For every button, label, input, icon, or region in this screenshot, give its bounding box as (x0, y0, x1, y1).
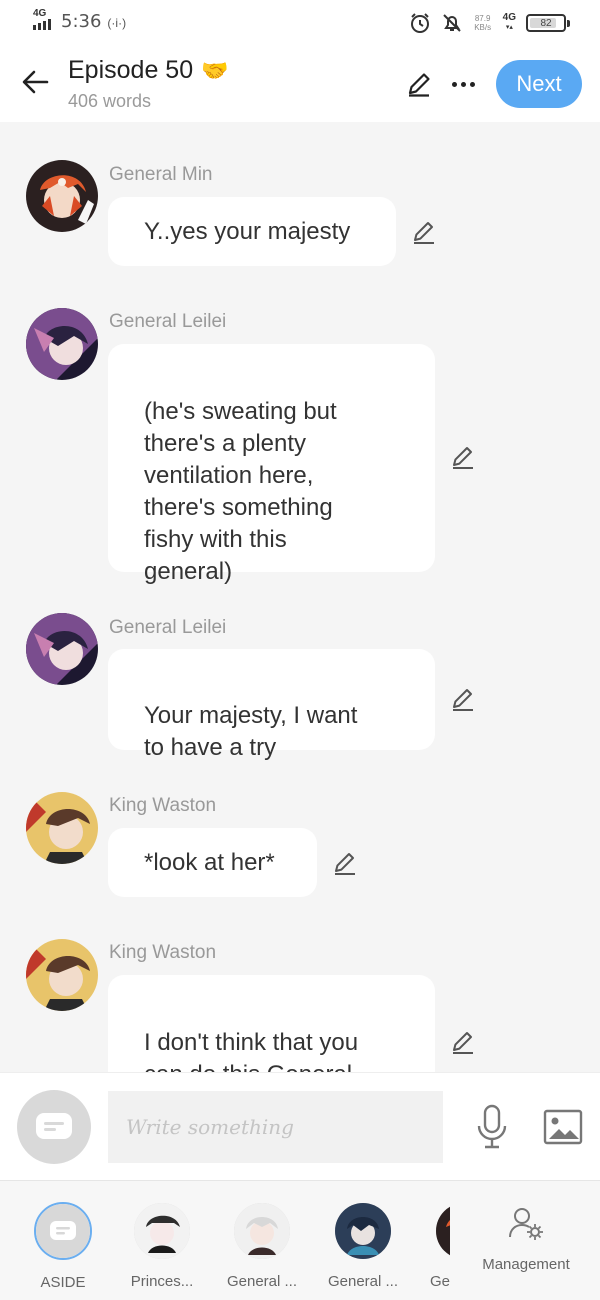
avatar[interactable] (26, 792, 98, 864)
edit-message-button[interactable] (448, 1027, 478, 1057)
network-type: 4G (33, 8, 47, 19)
status-time: 5:36 (61, 11, 102, 32)
pencil-icon (408, 73, 430, 97)
chat-list[interactable]: General Min Y..yes your majesty General … (0, 122, 600, 1072)
more-options-button[interactable] (448, 68, 478, 100)
message-bubble[interactable]: (he's sweating but there's a plenty vent… (108, 344, 435, 585)
pencil-icon (453, 1032, 473, 1054)
avatar (234, 1203, 290, 1259)
message-text: I don't think that you can do this Gener… (144, 1029, 359, 1072)
speaker-name: General Leilei (109, 617, 227, 638)
character-label: General ... (226, 1273, 298, 1290)
message-text: Y..yes your majesty (144, 217, 351, 245)
avatar[interactable] (26, 613, 98, 685)
avatar[interactable] (26, 939, 98, 1011)
user-settings-icon (509, 1208, 543, 1240)
character-aside[interactable]: ASIDE (18, 1202, 108, 1291)
next-button[interactable]: Next (496, 60, 582, 108)
edit-episode-button[interactable] (403, 68, 435, 100)
message-text: (he's sweating but there's a plenty vent… (144, 398, 337, 585)
management-label: Management (482, 1256, 570, 1273)
aside-chip (34, 1202, 92, 1260)
message-text: *look at her* (144, 848, 275, 876)
message-bubble[interactable]: *look at her* (108, 828, 317, 897)
speaker-name: King Waston (109, 795, 217, 816)
hotspot-icon: (·i·) (107, 16, 127, 30)
word-count: 406 words (68, 91, 152, 111)
back-button[interactable] (18, 64, 52, 100)
aside-toggle-button[interactable] (17, 1090, 91, 1164)
avatar[interactable] (26, 160, 98, 232)
battery-icon: 82 (526, 14, 570, 32)
character-general-min[interactable]: General ... (217, 1203, 307, 1290)
edit-message-button[interactable] (448, 684, 478, 714)
pencil-icon (335, 853, 355, 875)
pencil-icon (453, 689, 473, 711)
message-text: Your majesty, I want to have a try (144, 702, 358, 761)
title-block: Episode 50 🤝 406 words (68, 56, 229, 112)
character-general-leilei[interactable]: General ... (318, 1203, 408, 1290)
avatar[interactable] (26, 308, 98, 380)
aside-message-icon (50, 1221, 76, 1240)
avatar (335, 1203, 391, 1259)
character-label: Ger (430, 1273, 450, 1290)
edit-message-button[interactable] (409, 217, 439, 247)
management-button[interactable]: Management (470, 1205, 582, 1273)
character-label: General ... (327, 1273, 399, 1290)
battery-level: 82 (540, 17, 552, 29)
pencil-icon (414, 222, 434, 244)
write-something-input[interactable] (108, 1091, 443, 1163)
character-label: Princes... (130, 1273, 194, 1290)
back-arrow-icon (22, 70, 49, 94)
edit-message-button[interactable] (330, 848, 360, 878)
status-bar: 4G 5:36 (·i·) 87.9 KB/s 4G ▾▴ 82 (0, 0, 600, 46)
page-title: Episode 50 🤝 (68, 56, 229, 85)
alarm-icon (409, 12, 431, 34)
pencil-icon (453, 447, 473, 469)
image-icon (543, 1109, 583, 1145)
avatar (436, 1203, 450, 1259)
microphone-button[interactable] (474, 1103, 510, 1151)
status-right: 87.9 KB/s 4G ▾▴ 82 (409, 12, 570, 34)
image-button[interactable] (542, 1107, 584, 1147)
message-bubble[interactable]: Y..yes your majesty (108, 197, 396, 266)
character-partial[interactable]: Ger (430, 1203, 450, 1290)
signal-icon: 4G (33, 8, 55, 32)
avatar (134, 1203, 190, 1259)
mute-bell-icon (441, 12, 463, 34)
network-type-right: 4G ▾▴ (502, 12, 516, 32)
speaker-name: General Min (109, 164, 213, 185)
status-left: 4G 5:36 (·i·) (33, 8, 127, 32)
character-label: ASIDE (40, 1274, 86, 1291)
edit-message-button[interactable] (448, 442, 478, 472)
character-princess[interactable]: Princes... (117, 1203, 207, 1290)
message-bubble[interactable]: I don't think that you can do this Gener… (108, 975, 435, 1072)
handshake-icon: 🤝 (201, 57, 229, 83)
speaker-name: King Waston (109, 942, 217, 963)
microphone-icon (477, 1104, 507, 1149)
message-composer (0, 1072, 600, 1180)
network-speed: 87.9 KB/s (474, 14, 492, 32)
aside-message-icon (36, 1113, 72, 1139)
character-bar: ASIDE Princes... General ... General ...… (0, 1180, 600, 1300)
speaker-name: General Leilei (109, 311, 227, 332)
episode-title-text: Episode 50 (68, 56, 194, 84)
message-bubble[interactable]: Your majesty, I want to have a try (108, 649, 435, 761)
episode-header: Episode 50 🤝 406 words Next (0, 46, 600, 122)
